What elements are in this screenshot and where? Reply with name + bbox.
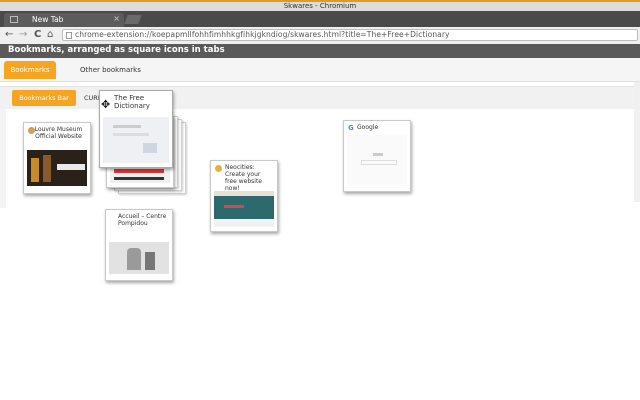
bookmark-folder-tabs: Bookmarks Bar Other bookmarks bbox=[0, 58, 640, 92]
bookmark-tile-neocities[interactable]: Neocities: Create your free website now! bbox=[210, 160, 278, 232]
page-icon bbox=[10, 16, 18, 23]
bookmark-subfolder-tabs: Bookmarks Bar CURRE ntrale bbox=[0, 86, 640, 109]
tab-bookmarks-bar[interactable]: Bookmarks Bar bbox=[4, 61, 56, 92]
reload-icon[interactable]: C bbox=[34, 29, 41, 40]
browser-tab[interactable]: New Tab × bbox=[4, 13, 124, 27]
app-header-title: Bookmarks, arranged as square icons in t… bbox=[8, 45, 225, 55]
bookmark-tile-pompidou[interactable]: Accueil – Centre Pompidou bbox=[105, 209, 173, 281]
back-icon[interactable]: ← bbox=[5, 29, 13, 40]
browser-toolbar: ← → C ⌂ chrome-extension://koepapmllfohh… bbox=[0, 27, 640, 45]
browser-tabstrip: New Tab × bbox=[0, 11, 640, 27]
move-cursor-icon: ✥ bbox=[101, 98, 111, 111]
bookmark-title: Accueil – Centre Pompidou bbox=[118, 213, 167, 227]
page-thumbnail bbox=[214, 191, 274, 227]
close-tab-icon[interactable]: × bbox=[113, 14, 120, 23]
bookmark-title: The Free Dictionary bbox=[114, 94, 150, 110]
bookmark-title: Louvre Museum Official Website bbox=[34, 126, 83, 140]
page-thumbnail bbox=[27, 150, 87, 186]
google-icon: G bbox=[348, 124, 354, 132]
page-icon bbox=[66, 32, 72, 39]
address-url[interactable]: chrome-extension://koepapmllfohhfimhhkgf… bbox=[75, 30, 450, 39]
browser-tab-title: New Tab bbox=[32, 15, 64, 24]
page-thumbnail bbox=[347, 135, 407, 185]
page-thumbnail bbox=[109, 242, 169, 274]
right-gutter bbox=[634, 82, 640, 202]
left-gutter bbox=[0, 108, 6, 208]
app-header: Bookmarks, arranged as square icons in t… bbox=[0, 44, 640, 58]
home-icon[interactable]: ⌂ bbox=[47, 29, 53, 40]
bookmark-tile-louvre[interactable]: Louvre Museum Official Website bbox=[23, 122, 91, 194]
address-bar[interactable]: chrome-extension://koepapmllfohhfimhhkgf… bbox=[62, 29, 638, 41]
page-thumbnail bbox=[103, 117, 169, 163]
tab-other-bookmarks[interactable]: Other bookmarks bbox=[72, 61, 149, 79]
subtab-bookmarks-bar[interactable]: Bookmarks Bar bbox=[12, 90, 76, 106]
bookmark-title: Google bbox=[357, 124, 379, 131]
new-tab-button[interactable] bbox=[124, 15, 142, 24]
bookmark-title: Neocities: Create your free website now! bbox=[225, 164, 262, 192]
window-title: Skwares - Chromium bbox=[283, 2, 357, 10]
neocities-favicon bbox=[215, 165, 222, 172]
window-titlebar: Skwares - Chromium bbox=[0, 0, 640, 11]
bookmark-tile-google[interactable]: G Google bbox=[343, 120, 411, 192]
forward-icon[interactable]: → bbox=[19, 29, 27, 40]
